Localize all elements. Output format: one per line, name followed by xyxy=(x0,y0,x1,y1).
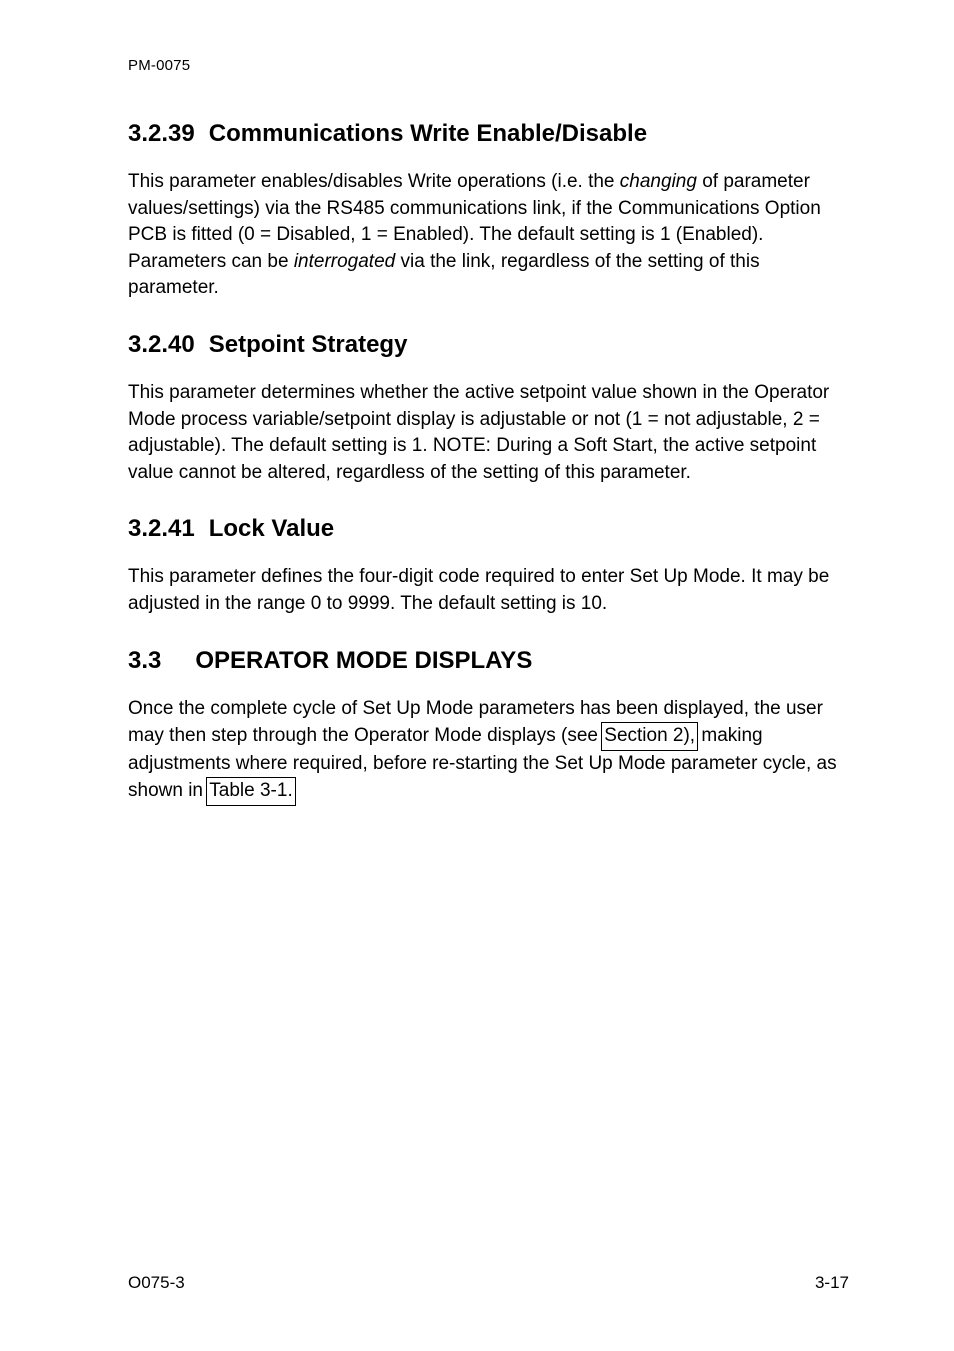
section-body-3-2-40: This parameter determines whether the ac… xyxy=(128,380,849,486)
section-body-3-3: Once the complete cycle of Set Up Mode p… xyxy=(128,696,849,806)
section-heading-3-2-39: 3.2.39 Communications Write Enable/Disab… xyxy=(128,119,849,149)
section-title: Lock Value xyxy=(209,514,849,544)
section-title: OPERATOR MODE DISPLAYS xyxy=(195,646,849,676)
page-footer: O075-3 3-17 xyxy=(128,1273,849,1293)
section-heading-3-2-41: 3.2.41 Lock Value xyxy=(128,514,849,544)
section-body-3-2-39: This parameter enables/disables Write op… xyxy=(128,169,849,302)
footer-left: O075-3 xyxy=(128,1273,185,1293)
section-heading-3-2-40: 3.2.40 Setpoint Strategy xyxy=(128,330,849,360)
section-number: 3.3 xyxy=(128,646,161,676)
section-body-3-2-41: This parameter defines the four-digit co… xyxy=(128,564,849,617)
page: PM-0075 3.2.39 Communications Write Enab… xyxy=(0,0,954,1351)
footer-right: 3-17 xyxy=(815,1273,849,1293)
section-heading-3-3: 3.3 OPERATOR MODE DISPLAYS xyxy=(128,646,849,676)
section-title: Setpoint Strategy xyxy=(209,330,849,360)
section-title: Communications Write Enable/Disable xyxy=(209,119,849,149)
section-number: 3.2.40 xyxy=(128,330,195,360)
section-number: 3.2.41 xyxy=(128,514,195,544)
section-number: 3.2.39 xyxy=(128,119,195,149)
document-header-id: PM-0075 xyxy=(128,57,849,74)
